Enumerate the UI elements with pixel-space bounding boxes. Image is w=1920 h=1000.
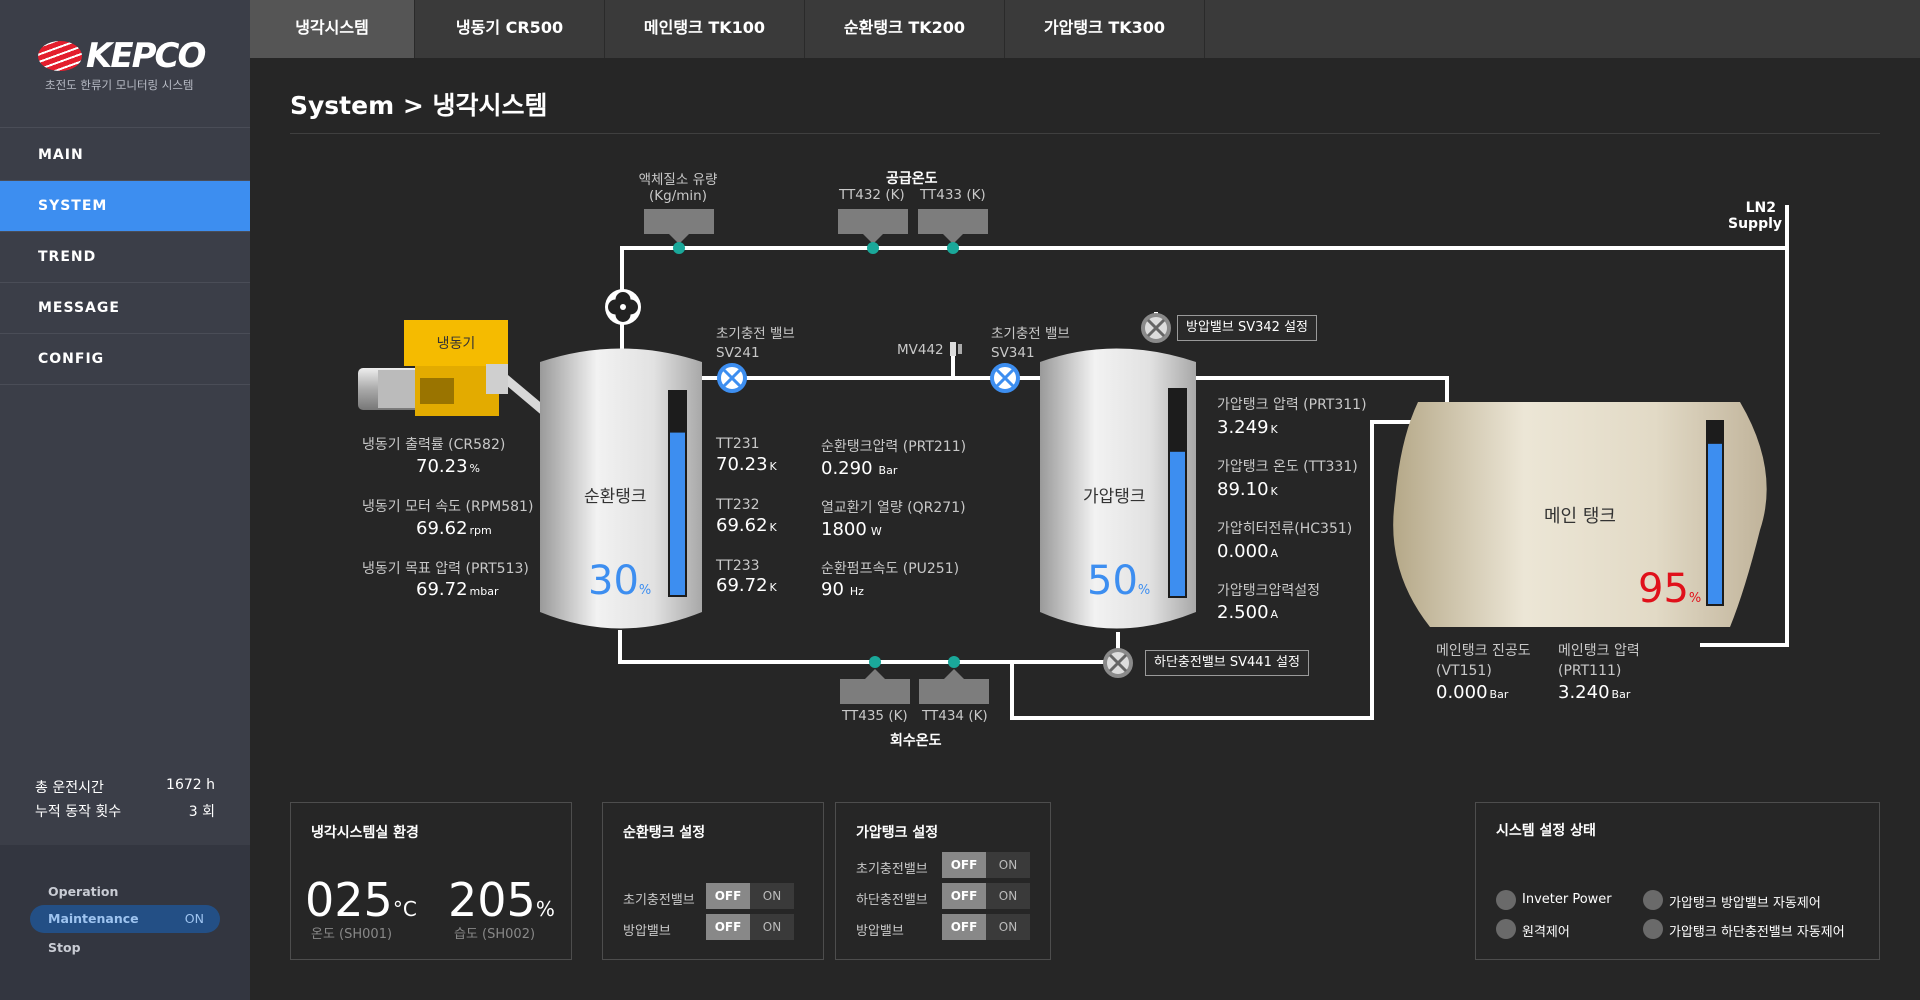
tt434-dot <box>948 656 960 668</box>
tt432-label: TT432 (K) <box>839 187 905 203</box>
circ-row-label-initial-fill: 초기충전밸브 <box>623 893 695 908</box>
freezer-panel <box>420 378 454 404</box>
circulation-tank-name: 순환탱크 <box>584 487 647 507</box>
circ-reading-qr271: 열교환기 열량 (QR271) 1800 W <box>821 500 966 540</box>
tt434-box <box>919 679 989 704</box>
toggle-on[interactable]: ON <box>986 852 1030 878</box>
pressure-tank-settings-panel: 가압탱크 설정 초기충전밸브 OFF ON 하단충전밸브 OFF ON 방압밸브… <box>835 802 1051 960</box>
status-indicator-icon <box>1643 890 1663 910</box>
press-row-label-bottom-fill: 하단충전밸브 <box>856 893 928 908</box>
toggle-on[interactable]: ON <box>986 914 1030 940</box>
freezer-reading-cr582: 냉동기 출력률 (CR582) 70.23% <box>362 437 506 477</box>
toggle-on[interactable]: ON <box>750 883 794 909</box>
freezer-motor-body <box>378 370 418 408</box>
ln2-supply-label: LN2 Supply <box>1728 200 1783 232</box>
press-initial-fill-toggle[interactable]: OFF ON <box>942 852 1030 878</box>
sv342-setting-button[interactable]: 방압밸브 SV342 설정 <box>1177 315 1317 341</box>
circ-reading-pu251: 순환펌프속도 (PU251) 90 Hz <box>821 561 960 600</box>
press-row-label-relief: 방압밸브 <box>856 924 904 939</box>
supply-temp-label: 공급온도 <box>886 171 938 187</box>
main-tank-level-fill <box>1708 443 1722 604</box>
valve-sv441-icon <box>1103 648 1133 678</box>
circulation-tank-settings-panel: 순환탱크 설정 초기충전밸브 OFF ON 방압밸브 OFF ON <box>602 802 824 960</box>
pressure-tank-level-fill <box>1170 451 1185 596</box>
ln2-flow-dot <box>673 242 685 254</box>
tt232-reading: TT232 69.62 K <box>716 497 777 536</box>
return-temp-label: 회수온도 <box>890 733 942 749</box>
environment-panel: 냉각시스템실 환경 025°C 온도 (SH001) 205% 습도 (SH00… <box>290 802 572 960</box>
main-tank-name: 메인 탱크 <box>1544 506 1616 527</box>
press-reading-prt311: 가압탱크 압력 (PRT311) 3.249 K <box>1217 397 1367 438</box>
status-indicator-icon <box>1643 919 1663 939</box>
env-humidity: 205% 습도 (SH002) <box>448 873 555 942</box>
system-status-title: 시스템 설정 상태 <box>1496 823 1596 839</box>
tt433-label: TT433 (K) <box>920 187 986 203</box>
circulation-settings-title: 순환탱크 설정 <box>623 825 706 841</box>
press-reading-setpoint: 가압탱크압력설정 2.500 A <box>1217 583 1321 623</box>
ln2-flow-box <box>644 209 714 234</box>
freezer-reading-prt513: 냉동기 목표 압력 (PRT513) 69.72 mbar <box>362 561 529 600</box>
main-reading-prt111: 메인탱크 압력 (PRT111) 3.240 Bar <box>1558 643 1640 703</box>
pipe-return <box>618 630 1118 664</box>
freezer-reading-rpm581: 냉동기 모터 속도 (RPM581) 69.62 rpm <box>362 499 534 539</box>
circulation-tank-level: 30% <box>588 558 652 604</box>
toggle-on[interactable]: ON <box>750 914 794 940</box>
tt433-box <box>918 209 988 234</box>
press-relief-toggle[interactable]: OFF ON <box>942 914 1030 940</box>
circulation-tank-level-fill <box>670 432 685 595</box>
status-indicator-icon <box>1496 919 1516 939</box>
tt435-arrow <box>865 669 885 679</box>
press-reading-tt331: 가압탱크 온도 (TT331) 89.10 K <box>1217 459 1358 500</box>
tt435-box <box>840 679 910 704</box>
tt435-dot <box>869 656 881 668</box>
status-inverter-power: Inveter Power <box>1522 892 1612 907</box>
press-row-label-initial-fill: 초기충전밸브 <box>856 862 928 877</box>
circulation-pump-icon <box>605 289 641 325</box>
status-indicator-icon <box>1496 890 1516 910</box>
press-reading-hc351: 가압히터전류(HC351) 0.000 A <box>1217 521 1353 562</box>
tt432-box <box>838 209 908 234</box>
toggle-off[interactable]: OFF <box>942 852 986 878</box>
env-temperature: 025°C 온도 (SH001) <box>305 873 417 942</box>
valve-mv442-icon <box>950 342 962 356</box>
valve-sv341-icon <box>990 363 1020 393</box>
sv441-setting-button[interactable]: 하단충전밸브 SV441 설정 <box>1145 650 1309 676</box>
circ-row-label-relief: 방압밸브 <box>623 924 671 939</box>
status-remote-control: 원격제어 <box>1522 925 1570 940</box>
tt233-reading: TT233 69.72 K <box>716 558 777 596</box>
main-reading-vt151: 메인탱크 진공도 (VT151) 0.000 Bar <box>1436 643 1531 703</box>
pressure-tank-name: 가압탱크 <box>1083 487 1146 507</box>
pressure-settings-title: 가압탱크 설정 <box>856 825 939 841</box>
toggle-off[interactable]: OFF <box>942 883 986 909</box>
circ-relief-toggle[interactable]: OFF ON <box>706 914 794 940</box>
tt231-reading: TT231 70.23 K <box>716 436 777 475</box>
valve-sv241-label: 초기충전 밸브 SV241 <box>716 326 795 361</box>
valve-sv342-icon <box>1141 313 1171 343</box>
tt435-label: TT435 (K) <box>842 708 908 724</box>
press-bottom-fill-toggle[interactable]: OFF ON <box>942 883 1030 909</box>
tt433-dot <box>947 242 959 254</box>
circ-initial-fill-toggle[interactable]: OFF ON <box>706 883 794 909</box>
main-tank-level: 95% <box>1638 566 1702 612</box>
mv442-label: MV442 <box>897 342 944 358</box>
circ-reading-prt211: 순환탱크압력 (PRT211) 0.290 Bar <box>821 439 967 479</box>
tt434-label: TT434 (K) <box>922 708 988 724</box>
toggle-off[interactable]: OFF <box>706 883 750 909</box>
valve-sv241-icon <box>717 363 747 393</box>
tt432-dot <box>867 242 879 254</box>
toggle-on[interactable]: ON <box>986 883 1030 909</box>
pressure-tank-level: 50% <box>1087 558 1151 604</box>
freezer-connector <box>486 364 508 394</box>
freezer-label: 냉동기 <box>436 336 476 352</box>
status-bottom-fill-auto: 가압탱크 하단충전밸브 자동제어 <box>1669 925 1845 940</box>
system-status-panel: 시스템 설정 상태 Inveter Power 원격제어 가압탱크 방압밸브 자… <box>1475 802 1880 960</box>
environment-panel-title: 냉각시스템실 환경 <box>311 825 419 841</box>
status-relief-auto: 가압탱크 방압밸브 자동제어 <box>1669 896 1821 911</box>
ln2-flow-label: 액체질소 유량 (Kg/min) <box>638 172 718 204</box>
toggle-off[interactable]: OFF <box>942 914 986 940</box>
tt434-arrow <box>944 669 964 679</box>
toggle-off[interactable]: OFF <box>706 914 750 940</box>
valve-sv341-label: 초기충전 밸브 SV341 <box>991 326 1070 361</box>
